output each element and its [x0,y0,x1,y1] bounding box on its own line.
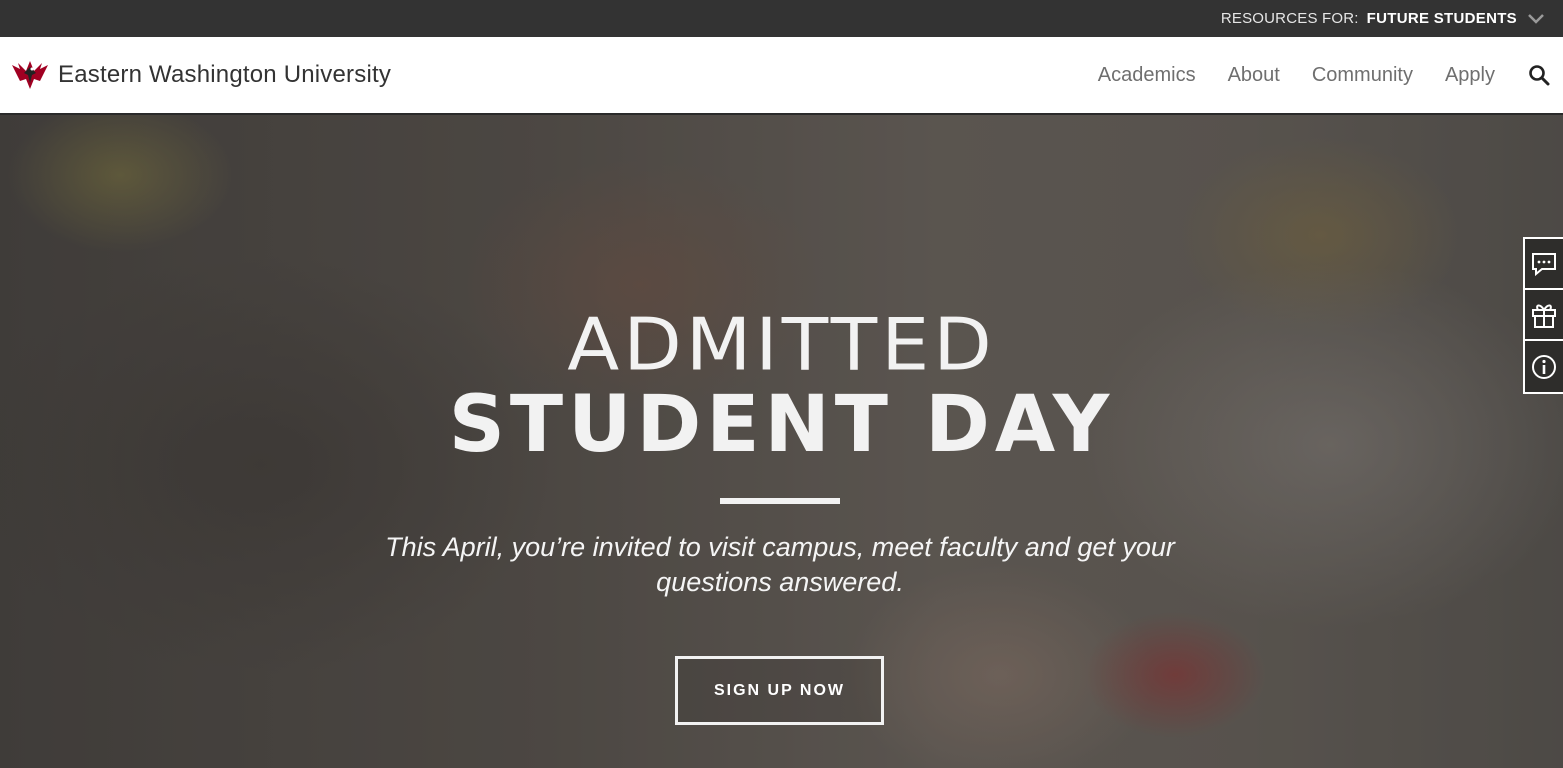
hero-divider [720,498,840,504]
info-icon[interactable] [1525,341,1563,392]
main-nav: Academics About Community Apply [1066,63,1551,87]
side-toolbar [1523,237,1563,394]
site-header: Eastern Washington University Academics … [0,37,1563,115]
search-icon[interactable] [1527,63,1551,87]
resources-bar: RESOURCES FOR: FUTURE STUDENTS [0,0,1563,37]
hero-title-line1: ADMITTED [567,302,996,387]
nav-community[interactable]: Community [1312,64,1413,87]
brand-link[interactable]: Eastern Washington University [10,55,391,95]
nav-academics[interactable]: Academics [1098,64,1196,87]
hero-content: ADMITTED STUDENT DAY This April, you’re … [0,115,1563,768]
site-name: Eastern Washington University [58,61,392,88]
eagle-logo-icon [10,55,50,95]
hero-title-line2: STUDENT DAY [448,380,1115,470]
chat-icon[interactable] [1525,239,1563,290]
resources-label: RESOURCES FOR: [1220,10,1359,27]
resources-audience-select[interactable]: FUTURE STUDENTS [1367,10,1517,27]
nav-apply[interactable]: Apply [1445,64,1495,87]
hero-banner: ADMITTED STUDENT DAY This April, you’re … [0,115,1563,768]
sign-up-button[interactable]: SIGN UP NOW [675,656,884,725]
nav-about[interactable]: About [1228,64,1280,87]
chevron-down-icon[interactable] [1527,10,1545,28]
gift-icon[interactable] [1525,290,1563,341]
hero-subtitle: This April, you’re invited to visit camp… [385,532,1175,597]
